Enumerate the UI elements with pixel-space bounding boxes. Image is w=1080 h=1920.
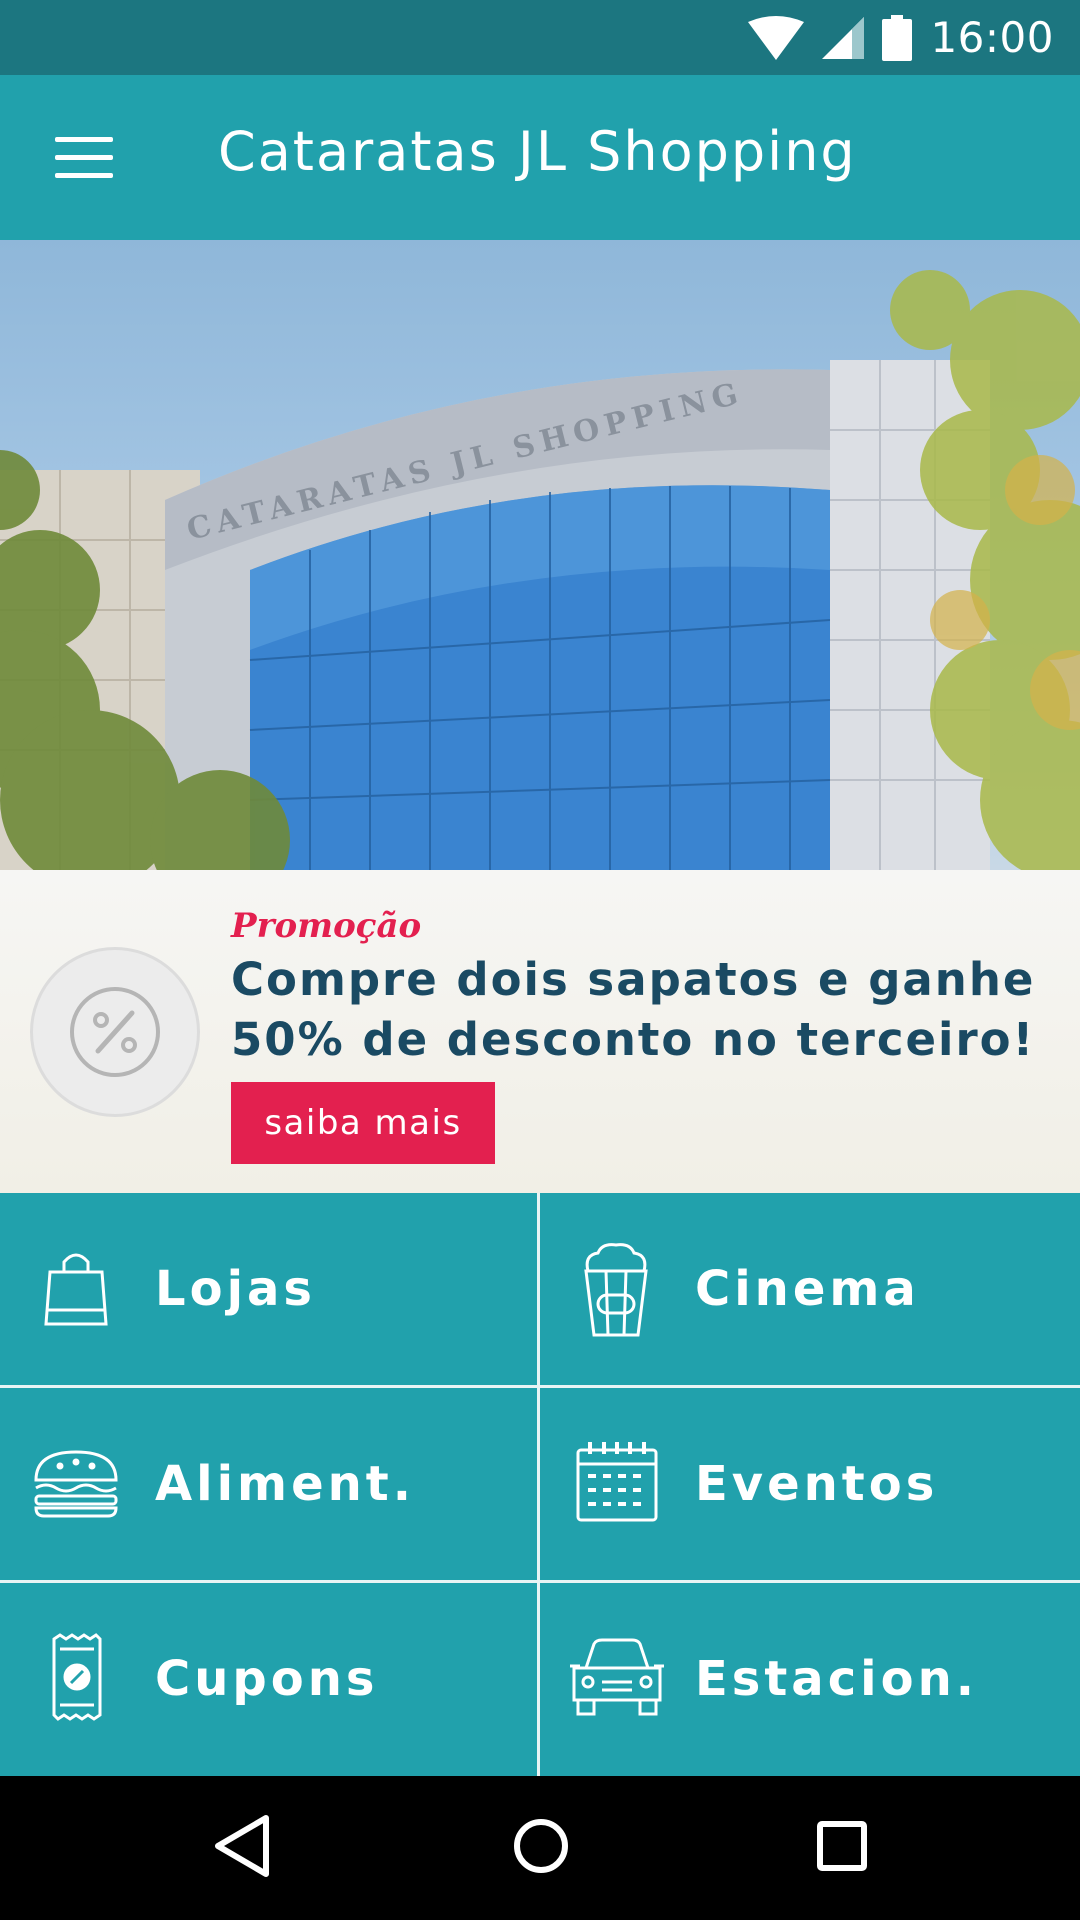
tile-estacionamento[interactable]: Estacion.	[540, 1583, 1080, 1776]
app-bar: Cataratas JL Shopping	[0, 75, 1080, 240]
tile-alimentacao[interactable]: Aliment.	[0, 1388, 537, 1580]
car-icon	[570, 1638, 664, 1723]
tile-label-alimentacao: Aliment.	[155, 1456, 415, 1512]
menu-icon[interactable]	[55, 137, 113, 179]
status-bar: 16:00	[0, 0, 1080, 75]
status-time: 16:00	[930, 13, 1054, 62]
promo-label: Promoção	[231, 906, 422, 946]
coupon-icon	[52, 1633, 102, 1726]
back-icon[interactable]	[212, 1814, 272, 1883]
tile-cupons[interactable]: Cupons	[0, 1583, 537, 1776]
tile-label-cupons: Cupons	[155, 1651, 379, 1707]
wifi-icon	[748, 15, 805, 60]
tile-label-cinema: Cinema	[695, 1261, 920, 1317]
recents-icon[interactable]	[812, 1814, 872, 1883]
tile-lojas[interactable]: Lojas	[0, 1193, 537, 1385]
tile-label-estacionamento: Estacion.	[695, 1651, 978, 1707]
app-title: Cataratas JL Shopping	[218, 120, 857, 183]
calendar-icon	[576, 1440, 658, 1527]
promo-text: Compre dois sapatos e ganhe 50% de desco…	[231, 953, 1036, 1066]
saiba-mais-button[interactable]: saiba mais	[231, 1082, 495, 1164]
shopping-bag-icon	[40, 1248, 112, 1333]
burger-icon	[32, 1450, 120, 1523]
signal-icon	[822, 16, 865, 59]
hero-image: CATARATAS JL SHOPPING	[0, 240, 1080, 870]
home-icon[interactable]	[511, 1814, 571, 1883]
tile-label-eventos: Eventos	[695, 1456, 939, 1512]
tile-cinema[interactable]: Cinema	[540, 1193, 1080, 1385]
tile-eventos[interactable]: Eventos	[540, 1388, 1080, 1580]
battery-icon	[882, 14, 913, 61]
percent-icon	[30, 947, 200, 1117]
system-nav-bar	[0, 1776, 1080, 1920]
promo-card[interactable]: Promoção Compre dois sapatos e ganhe 50%…	[0, 870, 1080, 1193]
popcorn-icon	[580, 1241, 652, 1342]
menu-grid: Lojas Cinema Aliment. Eventos Cupons Est…	[0, 1193, 1080, 1776]
tile-label-lojas: Lojas	[155, 1261, 316, 1317]
